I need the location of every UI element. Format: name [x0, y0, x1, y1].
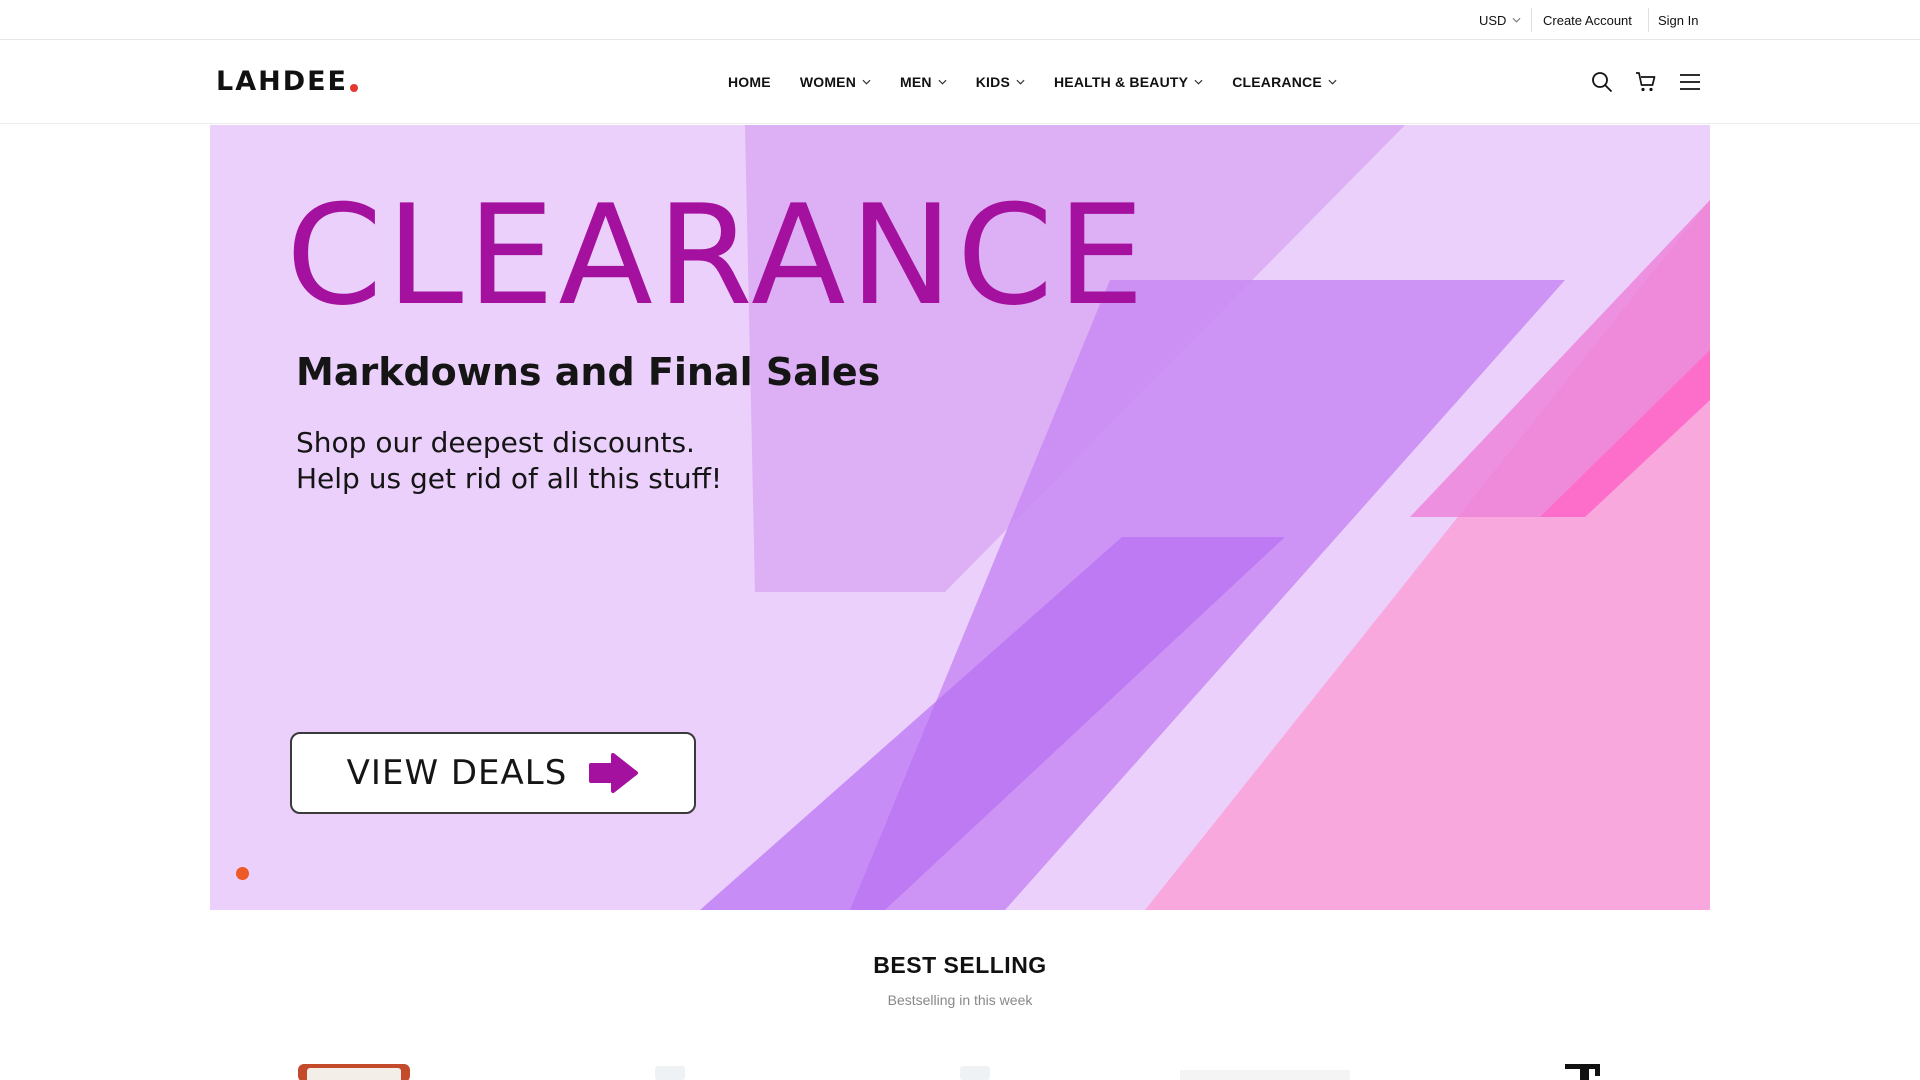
nav-item-home[interactable]: HOME — [728, 74, 771, 90]
nav-label: WOMEN — [799, 74, 857, 90]
product-image[interactable] — [945, 1058, 1005, 1080]
chevron-down-icon — [1194, 79, 1203, 85]
currency-selector[interactable]: USD — [1479, 0, 1521, 40]
chevron-down-icon — [1512, 17, 1521, 23]
create-account-link[interactable]: Create Account — [1543, 0, 1632, 40]
nav-item-men[interactable]: MEN — [900, 74, 947, 90]
product-carousel — [210, 1058, 1710, 1080]
view-deals-label: VIEW DEALS — [346, 753, 568, 793]
chevron-down-icon — [938, 79, 947, 85]
hero-description-line: Shop our deepest discounts. — [296, 426, 695, 459]
chevron-down-icon — [1328, 79, 1337, 85]
view-deals-button[interactable]: VIEW DEALS — [290, 732, 696, 814]
nav-item-women[interactable]: WOMEN — [800, 74, 871, 90]
nav-item-kids[interactable]: KIDS — [976, 74, 1025, 90]
header-actions — [1590, 40, 1702, 124]
best-selling-title: BEST SELLING — [873, 952, 1047, 978]
nav-label: CLEARANCE — [1232, 74, 1322, 90]
site-header: LAHDEE HOME WOMEN MEN KIDS HEALTH & BEAU… — [0, 40, 1920, 124]
hero-banner[interactable]: CLEARANCE Markdowns and Final Sales Shop… — [210, 125, 1710, 910]
menu-icon[interactable] — [1678, 70, 1702, 94]
currency-label: USD — [1479, 12, 1507, 28]
logo-text: LAHDEE — [216, 66, 348, 97]
product-image[interactable] — [1175, 1058, 1355, 1080]
hero-description: Shop our deepest discounts. Help us get … — [296, 425, 722, 497]
product-image[interactable] — [640, 1058, 700, 1080]
chevron-down-icon — [1016, 79, 1025, 85]
nav-item-health-beauty[interactable]: HEALTH & BEAUTY — [1054, 74, 1203, 90]
product-image[interactable] — [1555, 1058, 1615, 1080]
cart-icon[interactable] — [1634, 70, 1658, 94]
nav-label: HEALTH & BEAUTY — [1054, 74, 1189, 90]
nav-label: HOME — [728, 74, 771, 90]
logo-dot — [350, 84, 358, 92]
hero-description-line: Help us get rid of all this stuff! — [296, 462, 723, 495]
arrow-right-icon — [589, 753, 639, 793]
nav-item-clearance[interactable]: CLEARANCE — [1232, 74, 1337, 90]
hero-subtitle: Markdowns and Final Sales — [296, 350, 881, 394]
sign-in-link[interactable]: Sign In — [1658, 0, 1698, 40]
divider — [1531, 8, 1532, 32]
logo[interactable]: LAHDEE — [216, 66, 358, 98]
hero-title: CLEARANCE — [286, 175, 1149, 336]
carousel-dot-active[interactable] — [236, 867, 249, 880]
nav-label: KIDS — [975, 74, 1010, 90]
chevron-down-icon — [862, 79, 871, 85]
product-image[interactable] — [295, 1058, 415, 1080]
nav-label: MEN — [900, 74, 932, 90]
utility-bar: USD Create Account Sign In — [0, 0, 1920, 40]
divider — [1648, 8, 1649, 32]
main-nav: HOME WOMEN MEN KIDS HEALTH & BEAUTY CLEA… — [728, 40, 1366, 124]
search-icon[interactable] — [1590, 70, 1614, 94]
best-selling-subtitle: Bestselling in this week — [887, 992, 1033, 1008]
